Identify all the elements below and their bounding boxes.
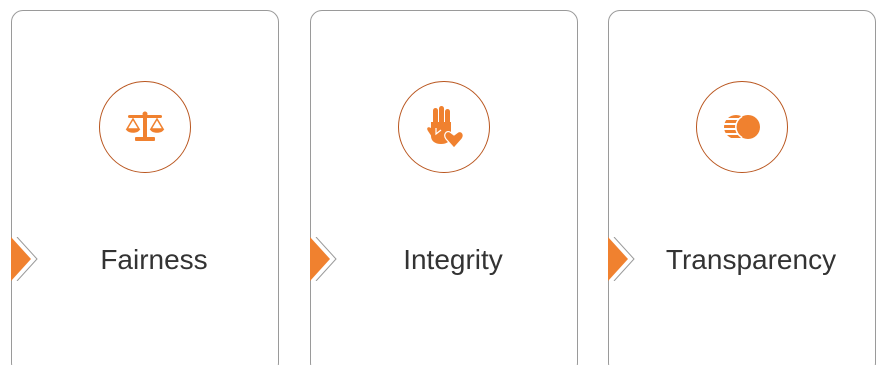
value-card-integrity[interactable]: Integrity: [310, 10, 578, 365]
icon-ring: [696, 81, 788, 173]
card-label: Fairness: [100, 244, 208, 275]
overlapping-circles-icon: [724, 115, 760, 139]
value-card-fairness[interactable]: Fairness: [11, 10, 279, 365]
icon-ring: [99, 81, 191, 173]
card-label: Integrity: [403, 244, 503, 275]
icon-ring: [398, 81, 490, 173]
scales-icon: [125, 111, 165, 141]
card-label: Transparency: [665, 244, 837, 275]
value-card-transparency[interactable]: Transparency: [608, 10, 876, 365]
hand-heart-icon: [427, 106, 464, 148]
values-cards-row: Fairness Integrity Transparency: [0, 0, 882, 365]
